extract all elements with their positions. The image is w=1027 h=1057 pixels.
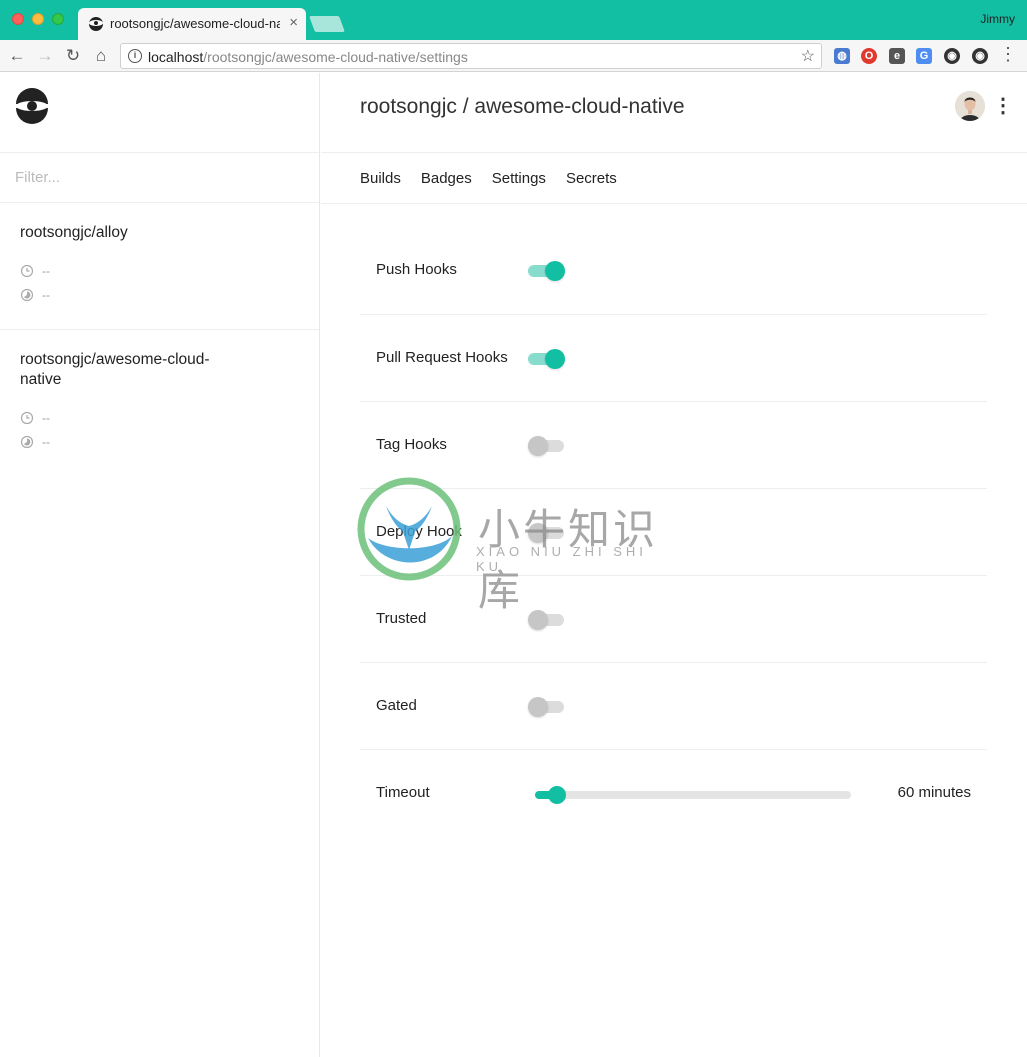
info-icon[interactable]: i — [128, 49, 142, 63]
close-window-button[interactable] — [12, 13, 24, 25]
url-host: localhost — [148, 49, 204, 65]
timeout-value: 60 minutes — [897, 784, 971, 801]
setting-timeout: Timeout 60 minutes — [360, 750, 987, 837]
tab-secrets[interactable]: Secrets — [566, 170, 617, 187]
repo-name[interactable]: rootsongjc/alloy — [20, 223, 230, 243]
repo-last-build: -- — [20, 406, 299, 430]
drone-logo-icon[interactable] — [14, 88, 50, 124]
repo-meta: -- -- — [20, 406, 299, 454]
tab-settings[interactable]: Settings — [492, 170, 546, 187]
deploy-hook-toggle[interactable] — [528, 523, 566, 543]
browser-menu-icon[interactable]: ⋮ — [999, 44, 1017, 65]
repo-list-item[interactable]: rootsongjc/alloy -- -- — [0, 203, 319, 330]
sidebar: rootsongjc/alloy -- -- rootsongjc/awesom… — [0, 73, 320, 1057]
repo-list-item[interactable]: rootsongjc/awesome-cloud-native -- -- — [0, 330, 319, 476]
tab-close-icon[interactable]: × — [289, 14, 298, 31]
setting-deploy-hook: Deploy Hook — [360, 489, 987, 576]
timelapse-icon — [20, 435, 34, 449]
setting-label: Push Hooks — [376, 261, 457, 278]
drone-favicon-icon — [89, 17, 103, 31]
browser-titlebar: rootsongjc/awesome-cloud-native/settings… — [0, 0, 1027, 40]
setting-trusted: Trusted — [360, 576, 987, 663]
url-path: /rootsongjc/awesome-cloud-native/setting… — [203, 49, 468, 65]
last-build-value: -- — [42, 264, 50, 278]
duration-value: -- — [42, 288, 50, 302]
user-avatar-icon — [955, 91, 985, 121]
address-bar[interactable]: i localhost/rootsongjc/awesome-cloud-nat… — [120, 43, 822, 69]
repo-duration: -- — [20, 430, 299, 454]
tag-hooks-toggle[interactable] — [528, 436, 566, 456]
bookmark-star-icon[interactable]: ☆ — [801, 46, 815, 66]
setting-label: Timeout — [376, 784, 430, 801]
page-header: rootsongjc / awesome-cloud-native ⋮ — [321, 73, 1027, 153]
setting-pull-request-hooks: Pull Request Hooks — [360, 315, 987, 402]
filter-box — [0, 153, 319, 203]
setting-gated: Gated — [360, 663, 987, 750]
repo-duration: -- — [20, 283, 299, 307]
tab-badges[interactable]: Badges — [421, 170, 472, 187]
trusted-toggle[interactable] — [528, 610, 566, 630]
duration-value: -- — [42, 435, 50, 449]
browser-tab[interactable]: rootsongjc/awesome-cloud-native/settings… — [78, 8, 306, 40]
push-hooks-toggle[interactable] — [528, 261, 566, 281]
timeout-slider[interactable] — [535, 786, 851, 804]
repo-last-build: -- — [20, 259, 299, 283]
extension-opera-icon[interactable]: O — [861, 48, 877, 64]
tab-builds[interactable]: Builds — [360, 170, 401, 187]
browser-toolbar: ← → ↻ ⌂ i localhost/rootsongjc/awesome-c… — [0, 40, 1027, 72]
setting-tag-hooks: Tag Hooks — [360, 402, 987, 489]
setting-label: Deploy Hook — [376, 523, 462, 540]
tab-title: rootsongjc/awesome-cloud-native/settings — [110, 16, 280, 31]
last-build-value: -- — [42, 411, 50, 425]
sidebar-header — [0, 73, 319, 153]
setting-label: Trusted — [376, 610, 427, 627]
setting-label: Gated — [376, 697, 417, 714]
address-url: localhost/rootsongjc/awesome-cloud-nativ… — [148, 49, 468, 65]
zoom-window-button[interactable] — [52, 13, 64, 25]
clock-icon — [20, 411, 34, 425]
timeout-slider-handle[interactable] — [548, 786, 567, 804]
setting-label: Pull Request Hooks — [376, 349, 508, 366]
minimize-window-button[interactable] — [32, 13, 44, 25]
gated-toggle[interactable] — [528, 697, 566, 717]
setting-push-hooks: Push Hooks — [360, 227, 987, 315]
extension-globe-icon[interactable]: ◍ — [834, 48, 850, 64]
filter-input[interactable] — [15, 169, 295, 186]
repo-name[interactable]: rootsongjc/awesome-cloud-native — [20, 350, 230, 390]
extension-translate-icon[interactable]: G — [916, 48, 932, 64]
timelapse-icon — [20, 288, 34, 302]
repo-meta: -- -- — [20, 259, 299, 307]
new-tab-button[interactable] — [309, 16, 345, 32]
back-icon[interactable]: ← — [6, 45, 28, 67]
more-options-icon[interactable]: ⋮ — [993, 95, 1013, 117]
page-title: rootsongjc / awesome-cloud-native — [360, 95, 685, 118]
forward-icon[interactable]: → — [34, 45, 56, 67]
browser-profile-name[interactable]: Jimmy — [980, 12, 1015, 26]
settings-panel: Push Hooks Pull Request Hooks Tag Hooks … — [360, 227, 987, 837]
setting-label: Tag Hooks — [376, 436, 447, 453]
extension-github-icon[interactable]: ◉ — [944, 48, 960, 64]
extension-evernote-icon[interactable]: e — [889, 48, 905, 64]
avatar[interactable] — [955, 91, 985, 121]
home-icon[interactable]: ⌂ — [90, 45, 112, 67]
repo-tabs: Builds Badges Settings Secrets — [321, 153, 1027, 204]
extension-octotree-icon[interactable]: ◉ — [972, 48, 988, 64]
pull-request-hooks-toggle[interactable] — [528, 349, 566, 369]
reload-icon[interactable]: ↻ — [62, 45, 84, 67]
clock-icon — [20, 264, 34, 278]
